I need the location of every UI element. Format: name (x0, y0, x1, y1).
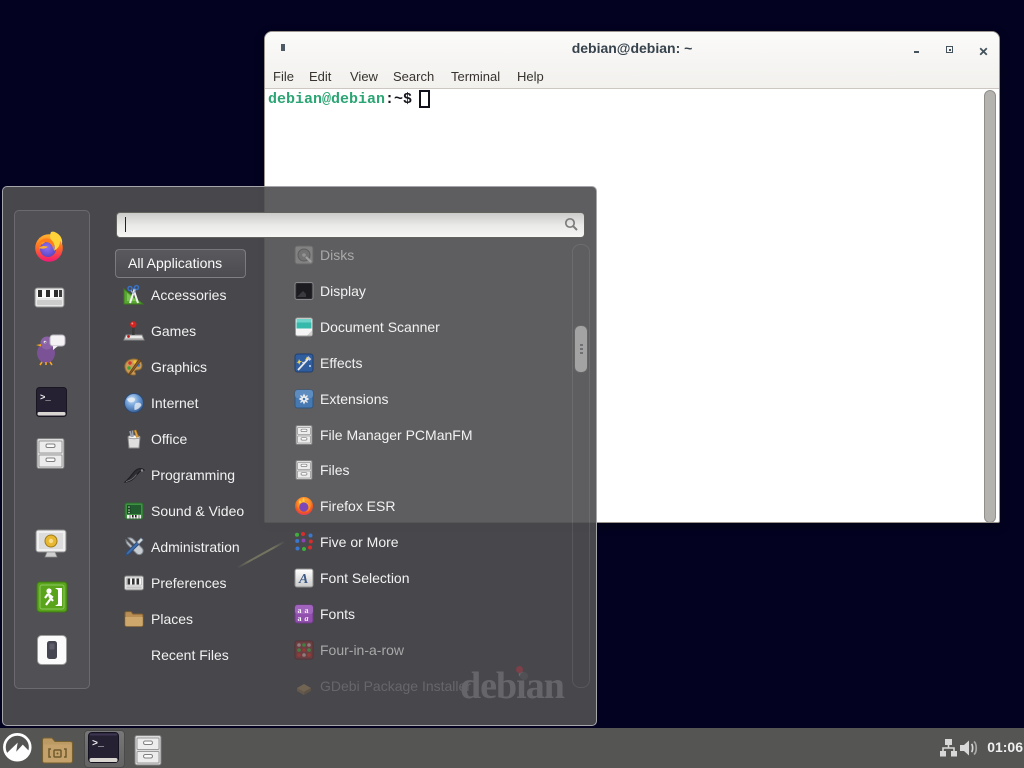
svg-text:a: a (298, 614, 302, 623)
svg-text:>_: >_ (92, 739, 105, 750)
svg-text:a: a (305, 614, 309, 623)
svg-text:>_: >_ (40, 393, 51, 403)
svg-text:A: A (298, 572, 308, 587)
